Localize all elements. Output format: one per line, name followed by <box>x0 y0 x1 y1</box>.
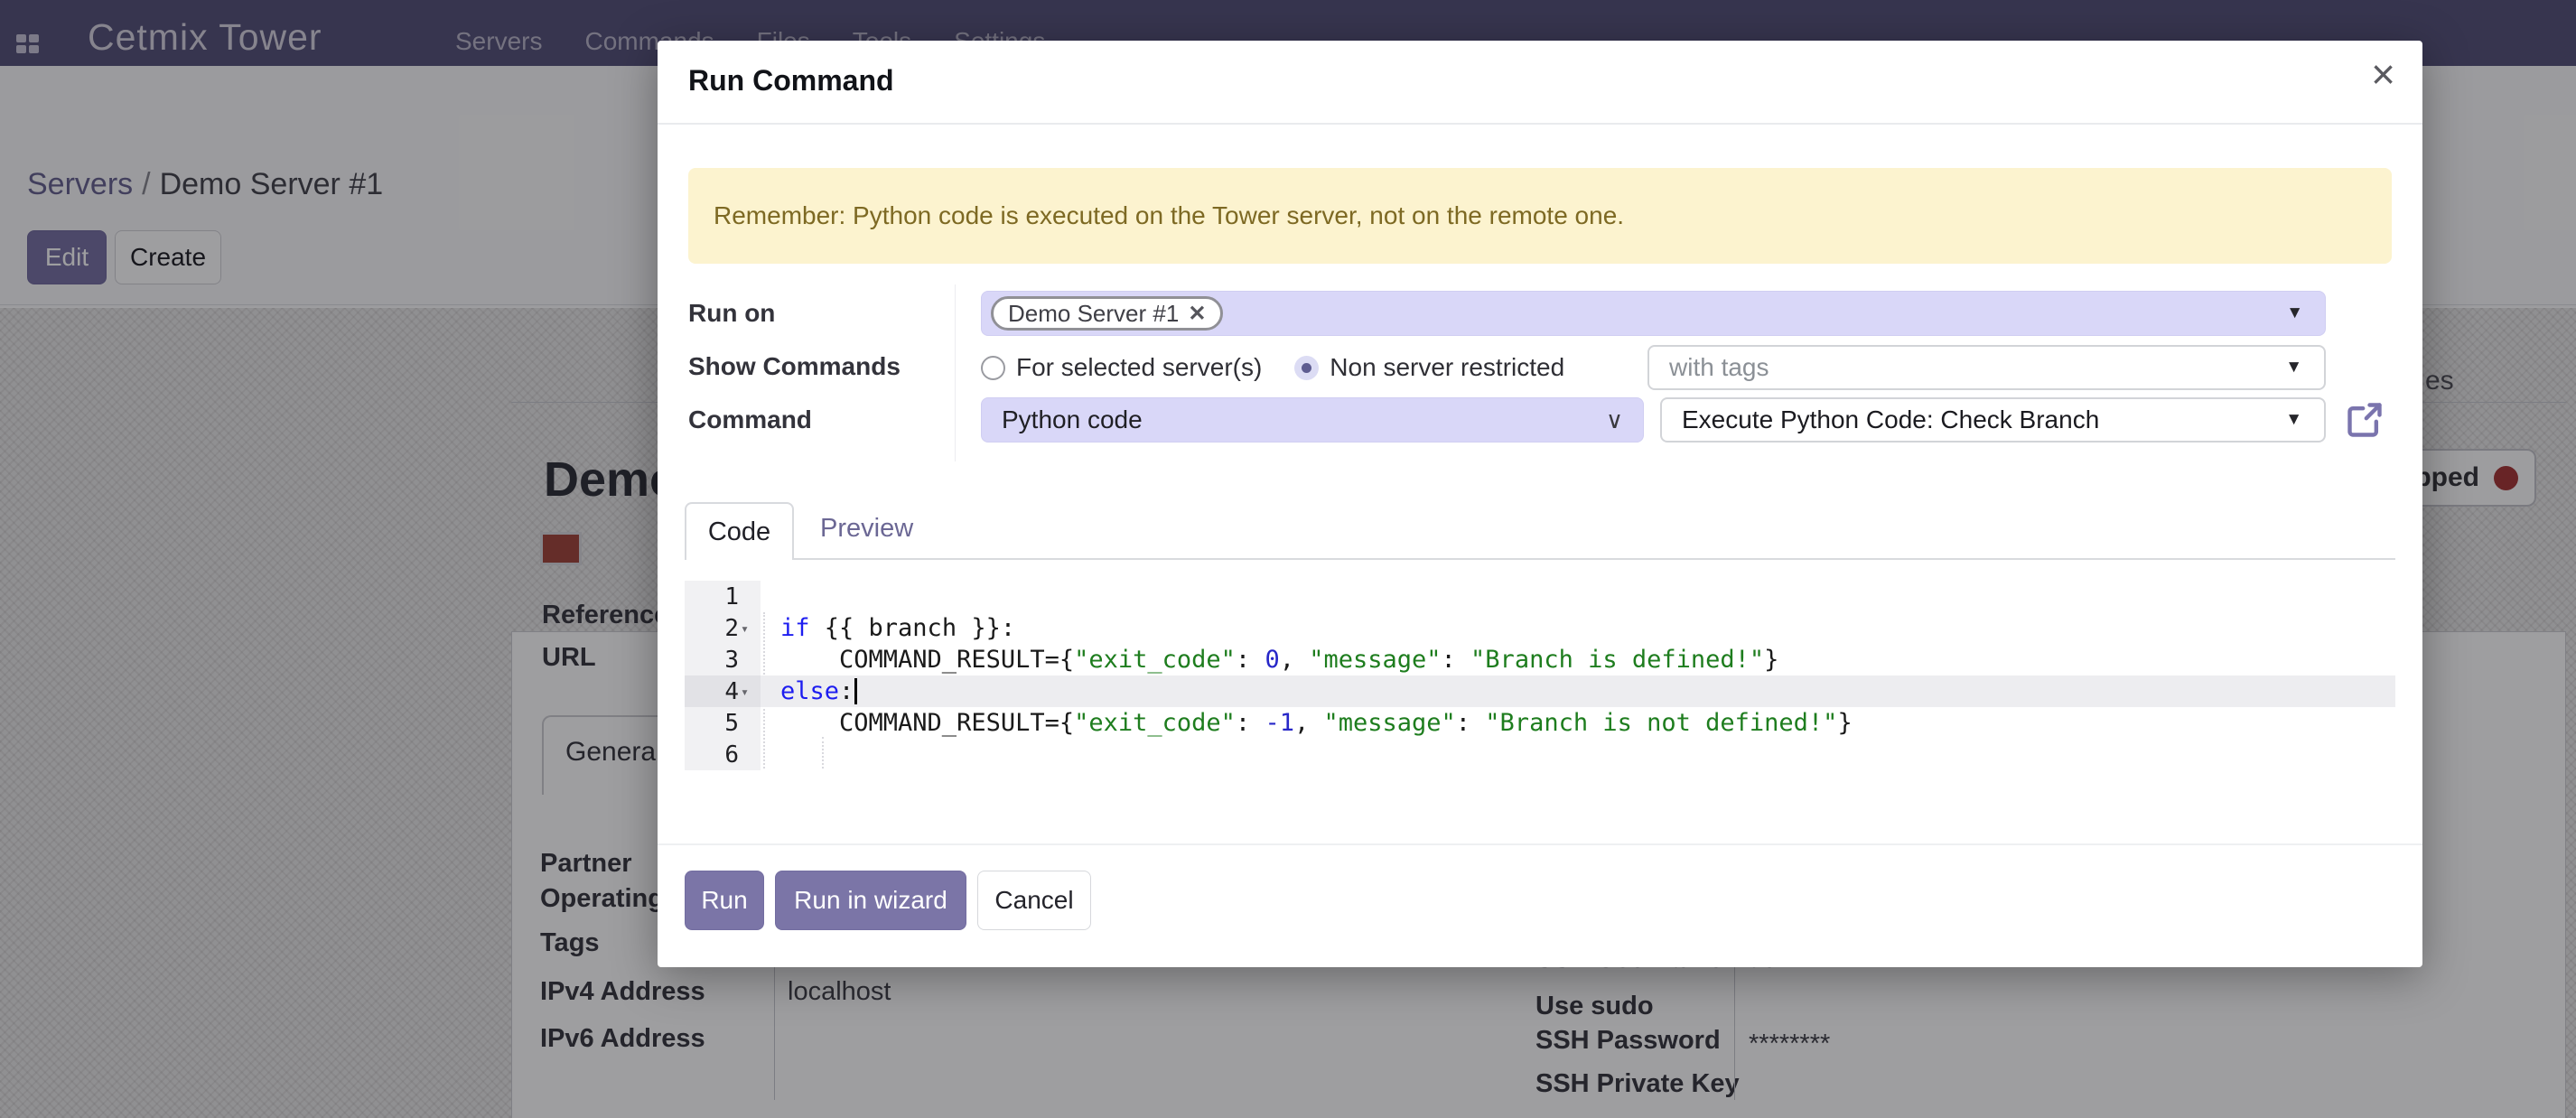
radio-non-server-restricted[interactable] <box>1294 356 1319 380</box>
footer-divider <box>658 843 2422 845</box>
code-line-content: COMMAND_RESULT={"exit_code": 0, "message… <box>761 644 1778 675</box>
code-line-content: COMMAND_RESULT={"exit_code": -1, "messag… <box>761 707 1853 739</box>
caret-down-icon[interactable]: ▼ <box>2285 410 2302 430</box>
warning-banner: Remember: Python code is executed on the… <box>688 168 2392 264</box>
radio-label-non-restricted[interactable]: Non server restricted <box>1330 353 1564 382</box>
command-label: Command <box>688 405 812 434</box>
code-line-content <box>761 581 780 612</box>
chevron-down-icon[interactable]: ∨ <box>1606 406 1623 434</box>
tab-code[interactable]: Code <box>685 502 794 560</box>
line-number: 4▾ <box>685 675 761 707</box>
command-type-select[interactable]: Python code ∨ <box>981 397 1644 443</box>
radio-label-selected-servers[interactable]: For selected server(s) <box>1016 353 1262 382</box>
caret-down-icon[interactable]: ▼ <box>2285 358 2302 377</box>
caret-down-icon[interactable]: ▼ <box>2286 303 2303 323</box>
editor-line-2[interactable]: 2▾if {{ branch }}: <box>685 612 2395 644</box>
close-icon[interactable]: × <box>2371 53 2395 95</box>
show-commands-label: Show Commands <box>688 352 901 381</box>
tags-filter-select[interactable]: with tags ▼ <box>1647 345 2326 390</box>
warning-text: Remember: Python code is executed on the… <box>714 201 1624 230</box>
screen: Cetmix Tower Servers Commands Files Tool… <box>0 0 2576 1118</box>
fold-arrow-icon[interactable]: ▾ <box>741 620 755 637</box>
tabs-underline <box>685 558 2395 560</box>
editor-line-1[interactable]: 1 <box>685 581 2395 612</box>
tag-remove-icon[interactable]: ✕ <box>1188 301 1206 327</box>
code-editor[interactable]: 1 2▾if {{ branch }}:3 COMMAND_RESULT={"e… <box>685 581 2395 769</box>
line-number: 6 <box>685 739 761 770</box>
line-number: 3 <box>685 644 761 675</box>
code-line-content: if {{ branch }}: <box>761 612 1015 644</box>
run-on-label: Run on <box>688 299 775 328</box>
server-tag[interactable]: Demo Server #1 ✕ <box>991 296 1223 331</box>
command-select[interactable]: Execute Python Code: Check Branch ▼ <box>1660 397 2326 443</box>
editor-line-6[interactable]: 6 <box>685 739 2395 770</box>
modal-header: Run Command × <box>658 41 2422 125</box>
editor-line-5[interactable]: 5 COMMAND_RESULT={"exit_code": -1, "mess… <box>685 707 2395 739</box>
tags-placeholder: with tags <box>1649 353 1769 382</box>
code-line-content: else: <box>761 675 857 707</box>
line-number: 5 <box>685 707 761 739</box>
text-cursor <box>854 678 857 704</box>
line-number: 1 <box>685 581 761 612</box>
editor-line-4[interactable]: 4▾else: <box>685 675 2395 707</box>
cancel-button[interactable]: Cancel <box>977 871 1091 930</box>
tab-preview[interactable]: Preview <box>820 514 913 544</box>
radio-for-selected-servers[interactable] <box>981 356 1005 380</box>
run-button[interactable]: Run <box>685 871 764 930</box>
fold-arrow-icon[interactable]: ▾ <box>741 684 755 700</box>
code-line-content <box>761 739 780 770</box>
form-label-divider <box>955 284 956 461</box>
line-number: 2▾ <box>685 612 761 644</box>
external-link-icon[interactable] <box>2345 400 2385 440</box>
run-on-field[interactable]: Demo Server #1 ✕ ▼ <box>981 291 2326 336</box>
show-commands-options: For selected server(s) Non server restri… <box>981 345 1564 390</box>
run-command-modal: Run Command × Remember: Python code is e… <box>658 41 2422 967</box>
run-in-wizard-button[interactable]: Run in wizard <box>775 871 966 930</box>
editor-line-3[interactable]: 3 COMMAND_RESULT={"exit_code": 0, "messa… <box>685 644 2395 675</box>
modal-title: Run Command <box>688 64 894 98</box>
